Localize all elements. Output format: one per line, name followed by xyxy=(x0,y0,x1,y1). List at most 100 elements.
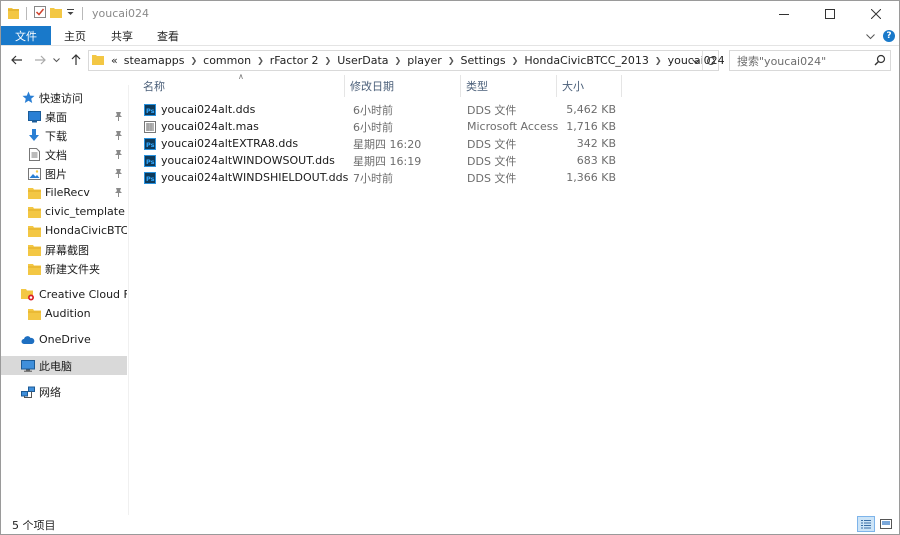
customize-dropdown-icon[interactable] xyxy=(66,7,75,20)
nav-item-quick-access[interactable]: 快速访问 xyxy=(1,88,127,107)
file-name: youcai024altWINDOWSOUT.dds xyxy=(161,154,335,167)
pin-icon[interactable] xyxy=(114,149,123,162)
tab-view[interactable]: 查看 xyxy=(145,26,191,45)
minimize-button[interactable] xyxy=(761,1,807,26)
address-row: « steamapps ❯ common ❯ rFactor 2 ❯ UserD… xyxy=(1,48,899,73)
pin-icon[interactable] xyxy=(114,111,123,124)
search-input[interactable]: 搜索"youcai024" xyxy=(729,50,891,71)
nav-item-screenshots[interactable]: 屏幕截图 xyxy=(1,240,127,259)
nav-item-audition[interactable]: Audition xyxy=(1,304,127,323)
nav-item-downloads[interactable]: 下载 xyxy=(1,126,127,145)
nav-item-pictures[interactable]: 图片 xyxy=(1,164,127,183)
recent-locations-button[interactable] xyxy=(51,52,61,68)
file-date: 6小时前 xyxy=(353,103,393,117)
breadcrumb-hondacivic[interactable]: HondaCivicBTCC_2013 xyxy=(521,54,652,67)
back-arrow-icon xyxy=(11,55,22,65)
large-icons-view-button[interactable] xyxy=(877,516,895,532)
network-icon xyxy=(21,385,35,399)
search-placeholder: 搜索"youcai024" xyxy=(737,54,827,68)
table-row[interactable]: youcai024alt.mas 6小时前 Microsoft Access .… xyxy=(138,118,624,135)
pin-icon[interactable] xyxy=(114,130,123,143)
back-button[interactable] xyxy=(9,52,25,68)
nav-item-desktop[interactable]: 桌面 xyxy=(1,107,127,126)
explorer-window: youcai024 文件 主页 共享 查看 ? « steamapps ❯ co… xyxy=(0,0,900,535)
breadcrumb-rfactor2[interactable]: rFactor 2 xyxy=(267,54,322,67)
chevron-down-icon xyxy=(52,57,60,62)
breadcrumb-separator-icon[interactable]: ❯ xyxy=(509,56,522,65)
column-header-size[interactable]: 大小 xyxy=(557,75,622,97)
file-size: 1,366 KB xyxy=(566,171,616,184)
breadcrumb-separator-icon[interactable]: ❯ xyxy=(321,56,334,65)
tab-home[interactable]: 主页 xyxy=(51,26,99,45)
breadcrumb-separator-icon[interactable]: ❯ xyxy=(392,56,405,65)
help-icon[interactable]: ? xyxy=(883,30,895,42)
file-date: 7小时前 xyxy=(353,171,393,185)
breadcrumb-separator-icon[interactable]: ❯ xyxy=(445,56,458,65)
forward-arrow-icon xyxy=(35,55,46,65)
table-row[interactable]: Ps youcai024alt.dds 6小时前 DDS 文件 5,462 KB xyxy=(138,101,624,118)
column-header-name[interactable]: ∧ 名称 xyxy=(138,72,345,97)
forward-button[interactable] xyxy=(32,52,48,68)
breadcrumb-overflow[interactable]: « xyxy=(108,54,121,67)
tab-share[interactable]: 共享 xyxy=(99,26,145,45)
breadcrumb-settings[interactable]: Settings xyxy=(458,54,509,67)
access-file-icon xyxy=(144,120,156,133)
column-header-date[interactable]: 修改日期 xyxy=(345,75,461,97)
pin-icon[interactable] xyxy=(114,168,123,181)
minimize-icon xyxy=(779,13,789,15)
pane-divider[interactable] xyxy=(128,85,129,515)
maximize-button[interactable] xyxy=(807,1,853,26)
chevron-down-icon xyxy=(692,58,700,64)
table-row[interactable]: Ps youcai024altEXTRA8.dds 星期四 16:20 DDS … xyxy=(138,135,624,152)
table-row[interactable]: Ps youcai024altWINDSHIELDOUT.dds 7小时前 DD… xyxy=(138,169,624,186)
properties-check-icon[interactable] xyxy=(34,6,46,21)
nav-item-onedrive[interactable]: OneDrive xyxy=(1,330,127,349)
desktop-icon xyxy=(27,110,41,124)
folder-location-icon xyxy=(92,53,104,68)
nav-item-hondacivicbtcc[interactable]: HondaCivicBTCC_2 xyxy=(1,221,127,240)
nav-item-creative-cloud[interactable]: Creative Cloud Files xyxy=(1,285,127,304)
svg-text:Ps: Ps xyxy=(146,158,155,166)
breadcrumb-separator-icon[interactable]: ❯ xyxy=(652,56,665,65)
nav-item-this-pc[interactable]: 此电脑 xyxy=(1,356,127,375)
breadcrumb-player[interactable]: player xyxy=(404,54,445,67)
folder-app-icon xyxy=(8,6,19,22)
sort-ascending-icon: ∧ xyxy=(238,72,244,81)
file-size: 1,716 KB xyxy=(566,120,616,133)
new-folder-icon[interactable] xyxy=(50,6,62,21)
file-type: DDS 文件 xyxy=(467,171,517,185)
folder-icon xyxy=(27,262,41,276)
pin-icon[interactable] xyxy=(114,187,123,200)
close-button[interactable] xyxy=(853,1,899,26)
refresh-button[interactable] xyxy=(702,51,718,70)
file-size: 683 KB xyxy=(576,154,616,167)
tab-file[interactable]: 文件 xyxy=(1,26,51,45)
nav-item-network[interactable]: 网络 xyxy=(1,382,127,401)
photoshop-file-icon: Ps xyxy=(144,171,156,184)
download-arrow-icon xyxy=(27,129,41,143)
column-header-type[interactable]: 类型 xyxy=(461,75,557,97)
creative-cloud-icon xyxy=(21,288,35,302)
breadcrumb-common[interactable]: common xyxy=(200,54,254,67)
ribbon-tabs: 文件 主页 共享 查看 ? xyxy=(1,26,899,46)
nav-item-documents[interactable]: 文档 xyxy=(1,145,127,164)
search-icon[interactable] xyxy=(874,54,886,69)
onedrive-cloud-icon xyxy=(21,333,35,347)
breadcrumb-separator-icon[interactable]: ❯ xyxy=(187,56,200,65)
breadcrumb-userdata[interactable]: UserData xyxy=(334,54,391,67)
breadcrumb-steamapps[interactable]: steamapps xyxy=(121,54,188,67)
address-bar[interactable]: « steamapps ❯ common ❯ rFactor 2 ❯ UserD… xyxy=(88,50,725,71)
details-view-button[interactable] xyxy=(857,516,875,532)
file-type: DDS 文件 xyxy=(467,154,517,168)
up-arrow-icon xyxy=(71,54,81,65)
title-bar: youcai024 xyxy=(1,1,899,26)
nav-item-civic-template[interactable]: civic_template xyxy=(1,202,127,221)
nav-item-filerecv[interactable]: FileRecv xyxy=(1,183,127,202)
close-icon xyxy=(871,8,881,19)
expand-ribbon-chevron-icon[interactable] xyxy=(866,30,875,43)
breadcrumb-separator-icon[interactable]: ❯ xyxy=(254,56,267,65)
address-history-dropdown[interactable] xyxy=(690,54,702,68)
up-button[interactable] xyxy=(68,52,84,68)
nav-item-new-folder[interactable]: 新建文件夹 xyxy=(1,259,127,278)
table-row[interactable]: Ps youcai024altWINDOWSOUT.dds 星期四 16:19 … xyxy=(138,152,624,169)
